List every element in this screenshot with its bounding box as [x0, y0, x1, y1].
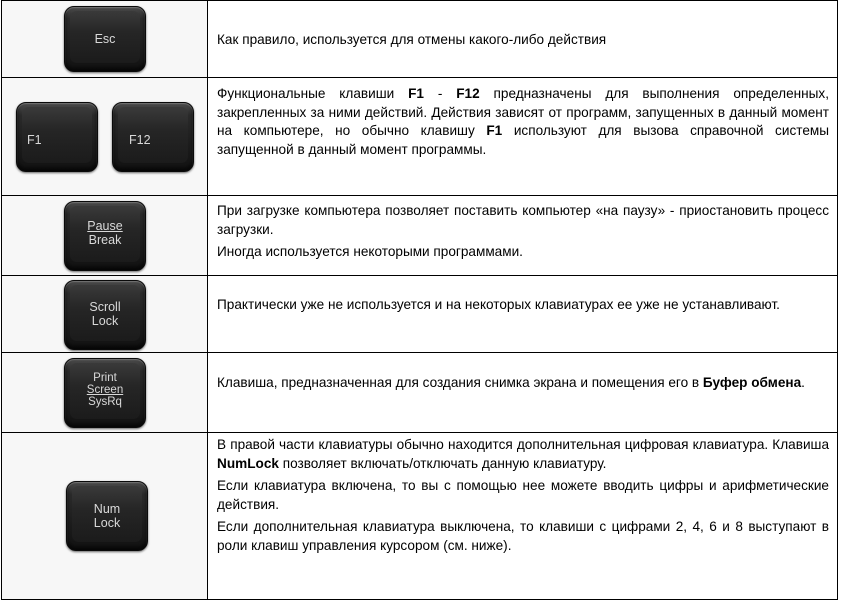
description-cell: Функциональные клавиши F1 - F12 предназн… [208, 78, 837, 195]
key-label: Pause Break [65, 219, 145, 247]
key-cell: Esc [2, 1, 208, 77]
description-paragraph: Как правило, используется для отмены как… [217, 31, 607, 47]
key-label: F1 [27, 133, 42, 147]
key-label: Esc [94, 32, 116, 46]
key-label-top: Num [93, 502, 121, 516]
description-paragraph: Функциональные клавиши F1 - F12 предназн… [217, 86, 829, 157]
key-label: Scroll Lock [65, 300, 145, 328]
description-paragraph: Если клавиатура включена, то вы с помощь… [217, 478, 829, 512]
description-cell: При загрузке компьютера позволяет постав… [208, 196, 837, 275]
num-lock-key-icon: Num Lock [66, 481, 148, 551]
pause-break-key-icon: Pause Break [64, 201, 146, 271]
esc-key-icon: Esc [64, 6, 146, 72]
description-cell: Практически уже не используется и на нек… [208, 276, 837, 352]
print-screen-key-icon: Print Screen SysRq [64, 358, 146, 428]
table-row-print-screen: Print Screen SysRq Клавиша, предназначен… [2, 353, 837, 433]
description-cell: Как правило, используется для отмены как… [208, 1, 837, 77]
description-paragraph: Иногда используется некоторыми программа… [217, 244, 523, 259]
key-label-bottom: Lock [93, 516, 121, 530]
table-row-pause-break: Pause Break При загрузке компьютера позв… [2, 196, 837, 276]
description-paragraph: Если дополнительная клавиатура выключена… [217, 519, 829, 553]
description-paragraph: Практически уже не используется и на нек… [217, 297, 780, 312]
key-label-bottom: Lock [91, 314, 119, 328]
key-cell: Print Screen SysRq [2, 353, 208, 432]
key-label-middle: Screen [86, 384, 124, 396]
key-cell: Pause Break [2, 196, 208, 275]
key-cell: F1 F12 [2, 78, 208, 195]
key-cell: Scroll Lock [2, 276, 208, 352]
key-label: Num Lock [67, 502, 147, 530]
key-label: F12 [129, 133, 151, 147]
bold-text: Буфер обмена [702, 375, 802, 390]
keys-table: Esc Как правило, используется для отмены… [1, 0, 838, 600]
table-row-scroll-lock: Scroll Lock Практически уже не используе… [2, 276, 837, 353]
description-cell: Клавиша, предназначенная для создания сн… [208, 353, 837, 432]
key-label-top: Pause [87, 219, 123, 233]
bold-text: F1 [408, 86, 424, 101]
bold-text: F1 [486, 123, 503, 138]
f12-key-icon: F12 [112, 102, 194, 172]
table-row-num-lock: Num Lock В правой части клавиатуры обычн… [2, 433, 837, 599]
scroll-lock-key-icon: Scroll Lock [64, 280, 146, 350]
description-paragraph: Клавиша, предназначенная для создания сн… [217, 375, 805, 390]
table-row-esc: Esc Как правило, используется для отмены… [2, 1, 837, 78]
bold-text: F12 [456, 86, 480, 101]
key-cell: Num Lock [2, 433, 208, 599]
key-label-top: Scroll [89, 300, 121, 314]
table-row-function-keys: F1 F12 Функциональные клавиши F1 - F12 п… [2, 78, 837, 196]
key-label-bottom: SysRq [88, 396, 122, 408]
key-label: Print Screen SysRq [65, 372, 145, 408]
bold-text: NumLock [217, 455, 279, 471]
key-label-bottom: Break [88, 233, 122, 247]
description-paragraph: При загрузке компьютера позволяет постав… [217, 203, 829, 237]
f1-key-icon: F1 [16, 102, 98, 172]
description-paragraph: В правой части клавиатуры обычно находит… [217, 437, 829, 471]
description-cell: В правой части клавиатуры обычно находит… [208, 433, 837, 599]
key-label-top: Print [93, 372, 117, 384]
